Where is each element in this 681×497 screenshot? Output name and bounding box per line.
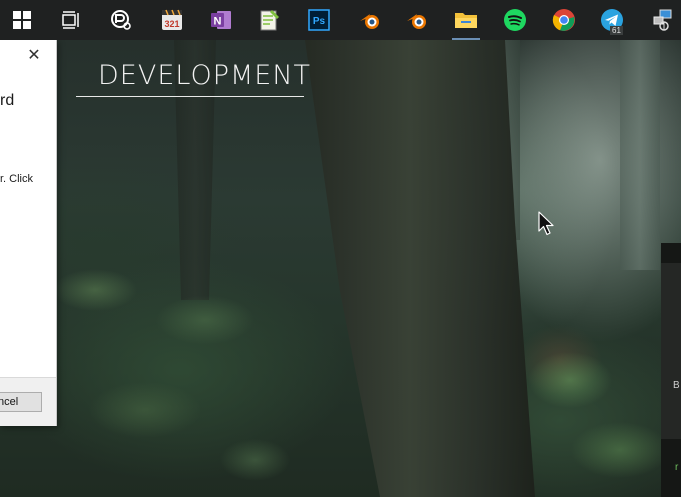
- blender-icon: [360, 14, 379, 29]
- video-editor-icon: 321: [162, 9, 182, 30]
- spotify-icon: [504, 9, 526, 31]
- taskbar-app-network[interactable]: [646, 4, 678, 36]
- taskbar-app-blender[interactable]: [354, 4, 386, 36]
- telegram-badge: 61: [610, 26, 623, 35]
- dialog-body-text: r. Click: [0, 173, 33, 185]
- svg-text:N: N: [214, 16, 222, 28]
- dialog-footer: ancel: [0, 377, 56, 426]
- notepad-plus-icon: [260, 10, 279, 31]
- dialog-heading: rd: [0, 92, 15, 109]
- svg-text:Ps: Ps: [313, 16, 326, 27]
- side-panel-link[interactable]: r: [675, 462, 678, 473]
- taskbar-app-spotify[interactable]: [499, 4, 531, 36]
- svg-text:321: 321: [164, 19, 179, 29]
- taskbar-app-notepad[interactable]: [253, 4, 285, 36]
- background-tree: [620, 40, 660, 270]
- side-panel: B r: [661, 243, 681, 497]
- forest-ferns: [55, 230, 305, 497]
- blender-icon-2: [407, 14, 426, 29]
- mouse-cursor-icon: [538, 211, 554, 236]
- taskbar-app-blender-2[interactable]: [401, 4, 433, 36]
- windows-start-icon: [13, 11, 31, 29]
- screen-recorder-icon: [111, 10, 131, 30]
- taskbar: 321 N Ps 61: [0, 0, 681, 40]
- forest-ferns: [510, 320, 681, 497]
- taskbar-app-photoshop[interactable]: Ps: [303, 4, 335, 36]
- desktop-title: DEVELOPMENT: [98, 60, 312, 91]
- cancel-button[interactable]: ancel: [0, 392, 42, 412]
- taskbar-app-onenote[interactable]: N: [205, 4, 237, 36]
- network-icon: [653, 9, 672, 31]
- taskbar-app-video-editor[interactable]: 321: [156, 4, 188, 36]
- dialog-window: ✕ rd r. Click ancel: [0, 40, 57, 426]
- file-explorer-icon: [455, 13, 477, 28]
- taskbar-app-telegram[interactable]: 61: [596, 4, 628, 36]
- desktop-wallpaper: [0, 40, 681, 497]
- task-view-icon: [62, 11, 79, 29]
- taskbar-app-recorder[interactable]: [105, 4, 137, 36]
- side-panel-label: B: [673, 380, 680, 391]
- desktop-title-underline: [76, 96, 304, 97]
- side-panel-body: B: [661, 263, 681, 439]
- onenote-icon: N: [211, 11, 231, 29]
- taskbar-app-file-explorer[interactable]: [450, 4, 482, 40]
- chrome-icon: [552, 9, 575, 31]
- photoshop-icon: Ps: [308, 9, 330, 31]
- close-icon[interactable]: ✕: [24, 44, 44, 64]
- start-button[interactable]: [6, 4, 38, 36]
- foreground-tree-trunk: [305, 40, 535, 497]
- taskbar-app-chrome[interactable]: [548, 4, 580, 36]
- task-view-button[interactable]: [55, 4, 87, 36]
